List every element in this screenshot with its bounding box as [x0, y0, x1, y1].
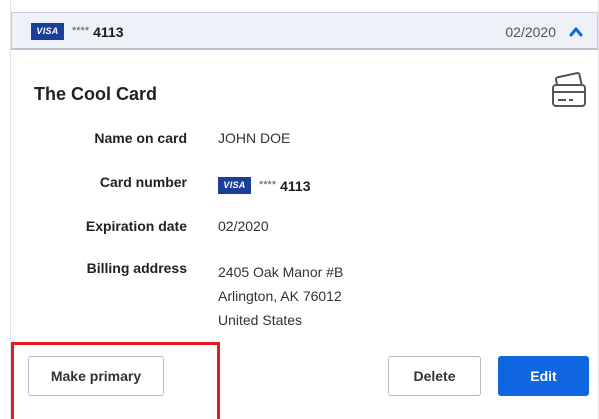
card-last4: 4113 — [93, 24, 124, 40]
card-nickname: The Cool Card — [34, 84, 158, 104]
credit-card-icon — [552, 72, 586, 107]
visa-logo: VISA — [31, 23, 64, 40]
name-on-card-label: Name on card — [94, 130, 187, 146]
address-line-2: Arlington, AK 76012 — [218, 288, 342, 304]
address-line-1: 2405 Oak Manor #B — [218, 264, 344, 280]
edit-button[interactable]: Edit — [498, 356, 589, 396]
card-summary-header[interactable]: VISA **** 4113 02/2020 — [11, 12, 598, 50]
card-details-panel: VISA **** 4113 02/2020 The Cool Card Name… — [10, 0, 599, 419]
card-number-value: VISA **** 4113 — [218, 172, 311, 198]
chevron-up-icon[interactable] — [569, 25, 583, 37]
expiration-date-value: 02/2020 — [218, 218, 269, 234]
visa-logo: VISA — [218, 176, 251, 194]
header-expiration: 02/2020 — [505, 24, 556, 40]
masked-card-number: **** 4113 — [72, 24, 124, 40]
billing-address-value: 2405 Oak Manor #B Arlington, AK 76012 Un… — [218, 260, 343, 332]
name-on-card-value: JOHN DOE — [218, 130, 291, 146]
card-last4: 4113 — [280, 177, 311, 194]
expiration-date-label: Expiration date — [85, 218, 187, 234]
masked-stars: **** — [259, 178, 277, 191]
highlight-box — [11, 342, 220, 419]
masked-stars: **** — [72, 25, 90, 37]
card-number-label: Card number — [99, 174, 187, 190]
address-line-3: United States — [218, 312, 303, 328]
billing-address-label: Billing address — [86, 260, 187, 276]
delete-button[interactable]: Delete — [388, 356, 481, 396]
masked-card-number: **** 4113 — [259, 178, 311, 194]
